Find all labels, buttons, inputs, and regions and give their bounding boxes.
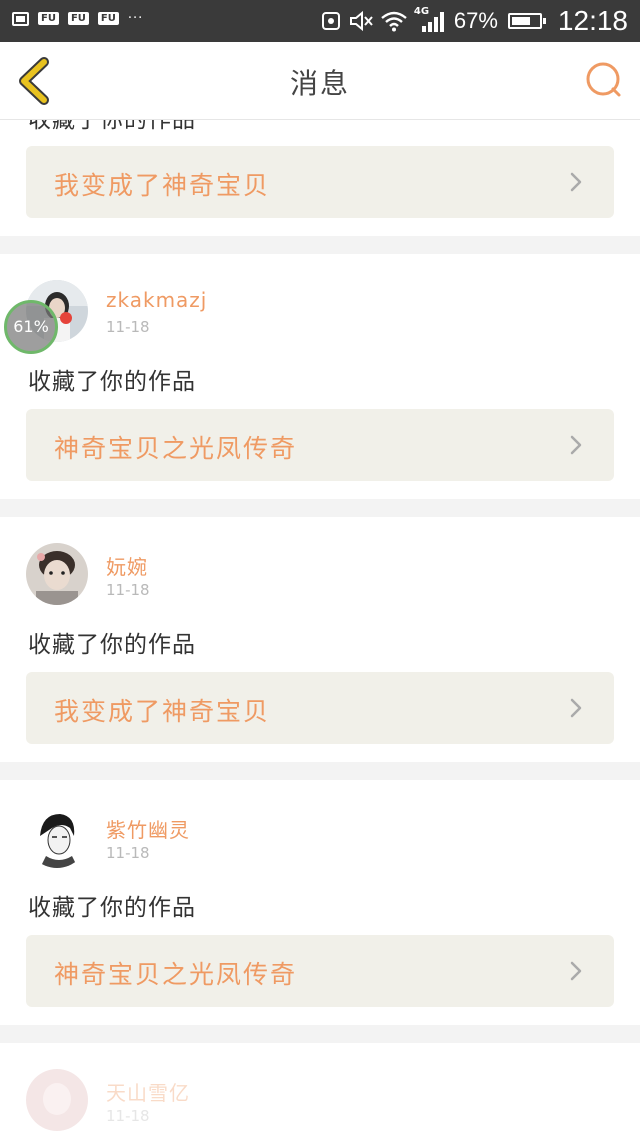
app-notification-icon: FU: [97, 12, 119, 25]
work-link[interactable]: 我变成了神奇宝贝: [26, 672, 614, 744]
chevron-right-icon: [570, 698, 582, 718]
app-notification-icon: FU: [38, 12, 59, 25]
floating-progress-bubble[interactable]: 61%: [4, 300, 58, 354]
work-link[interactable]: 神奇宝贝之光凤传奇: [26, 409, 614, 481]
wifi-icon: [381, 11, 407, 32]
username[interactable]: zkakmazj: [106, 288, 207, 312]
message-card: 妧婉 11-18 收藏了你的作品 我变成了神奇宝贝: [0, 517, 640, 762]
battery-icon: [507, 13, 546, 29]
more-notifications-icon: ···: [127, 11, 144, 26]
work-title: 神奇宝贝之光凤传奇: [54, 960, 298, 989]
mute-icon: [349, 10, 373, 32]
chevron-right-icon: [570, 172, 582, 192]
work-title: 神奇宝贝之光凤传奇: [54, 434, 298, 463]
message-card: 紫竹幽灵 11-18 收藏了你的作品 神奇宝贝之光凤传奇: [0, 780, 640, 1025]
search-button[interactable]: [582, 58, 626, 102]
message-action: 收藏了你的作品: [28, 632, 196, 658]
status-bar: FU FU FU ··· 4G 67% 12:18: [0, 0, 640, 42]
page-title: 消息: [289, 67, 350, 100]
work-link[interactable]: 我变成了神奇宝贝: [26, 146, 614, 218]
avatar[interactable]: [26, 1069, 88, 1131]
chevron-right-icon: [570, 961, 582, 981]
avatar[interactable]: [26, 806, 88, 868]
username[interactable]: 天山雪亿: [106, 1077, 190, 1106]
chevron-right-icon: [570, 435, 582, 455]
message-card: zkakmazj 11-18 收藏了你的作品 神奇宝贝之光凤传奇: [0, 254, 640, 499]
work-title: 我变成了神奇宝贝: [54, 697, 271, 726]
app-notification-icon: FU: [67, 12, 89, 25]
message-date: 11-18: [106, 318, 150, 336]
battery-percent: 67%: [453, 8, 498, 33]
message-date: 11-18: [106, 1107, 150, 1125]
portrait-lock-icon: [321, 12, 340, 30]
search-icon: [586, 62, 621, 97]
signal-icon: 4G: [414, 6, 448, 34]
message-date: 11-18: [106, 844, 150, 862]
app-header: 消息: [0, 42, 640, 120]
clock: 12:18: [557, 5, 628, 36]
message-date: 11-18: [106, 581, 150, 599]
avatar[interactable]: [26, 543, 88, 605]
system-icons: 4G 67% 12:18: [320, 5, 628, 36]
work-title: 我变成了神奇宝贝: [54, 171, 271, 200]
message-card: 天山雪亿 11-18: [0, 1043, 640, 1138]
message-action: 收藏了你的作品: [28, 895, 196, 921]
work-link[interactable]: 神奇宝贝之光凤传奇: [26, 935, 614, 1007]
username[interactable]: 紫竹幽灵: [106, 814, 190, 843]
gallery-notification-icon: [12, 11, 29, 26]
message-action: 收藏了你的作品: [28, 369, 196, 395]
notification-icons: FU FU FU ···: [12, 11, 143, 26]
username[interactable]: 妧婉: [106, 551, 148, 580]
